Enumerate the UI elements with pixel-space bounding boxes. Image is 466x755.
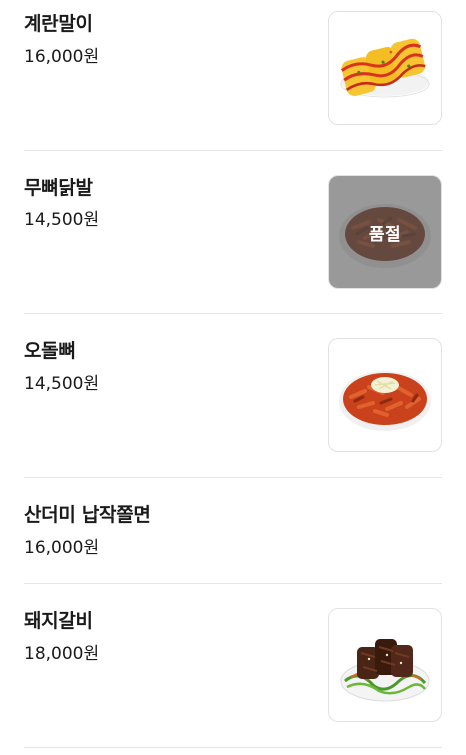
menu-item-image: 품절 bbox=[328, 175, 442, 289]
menu-item-price: 18,000원 bbox=[24, 644, 100, 664]
menu-item-image bbox=[328, 11, 442, 125]
menu-item-price: 16,000원 bbox=[24, 538, 100, 558]
menu-item-price: 16,000원 bbox=[24, 47, 100, 67]
menu-item-name: 무뼈닭발 bbox=[24, 177, 93, 199]
menu-item-rolled-omelette[interactable]: 계란말이 16,000원 bbox=[24, 0, 442, 151]
spicy-pork-cartilage-photo bbox=[339, 371, 431, 431]
menu-item-name: 계란말이 bbox=[24, 13, 93, 35]
menu-item-image bbox=[328, 608, 442, 722]
soldout-overlay: 품절 bbox=[329, 176, 441, 288]
menu-list: 계란말이 16,000원 무뼈닭발 14,500원 품절 오돌뼈 14,500원… bbox=[0, 0, 466, 755]
menu-item-name: 산더미 납작쫄면 bbox=[24, 504, 151, 526]
menu-item-flat-jjolmyeon[interactable]: 산더미 납작쫄면 16,000원 bbox=[24, 478, 442, 584]
menu-item-boneless-chicken-feet[interactable]: 무뼈닭발 14,500원 품절 bbox=[24, 151, 442, 314]
menu-item-name: 오돌뼈 bbox=[24, 340, 76, 362]
soldout-badge: 품절 bbox=[368, 224, 402, 245]
menu-item-price: 14,500원 bbox=[24, 374, 100, 394]
menu-item-pork-galbi[interactable]: 돼지갈비 18,000원 bbox=[24, 584, 442, 748]
menu-item-price: 14,500원 bbox=[24, 210, 100, 230]
menu-item-name: 돼지갈비 bbox=[24, 610, 93, 632]
pork-galbi-photo bbox=[340, 639, 430, 702]
rolled-omelette-photo bbox=[340, 38, 430, 98]
menu-item-spicy-pork-cartilage[interactable]: 오돌뼈 14,500원 bbox=[24, 314, 442, 478]
menu-item-image bbox=[328, 338, 442, 452]
